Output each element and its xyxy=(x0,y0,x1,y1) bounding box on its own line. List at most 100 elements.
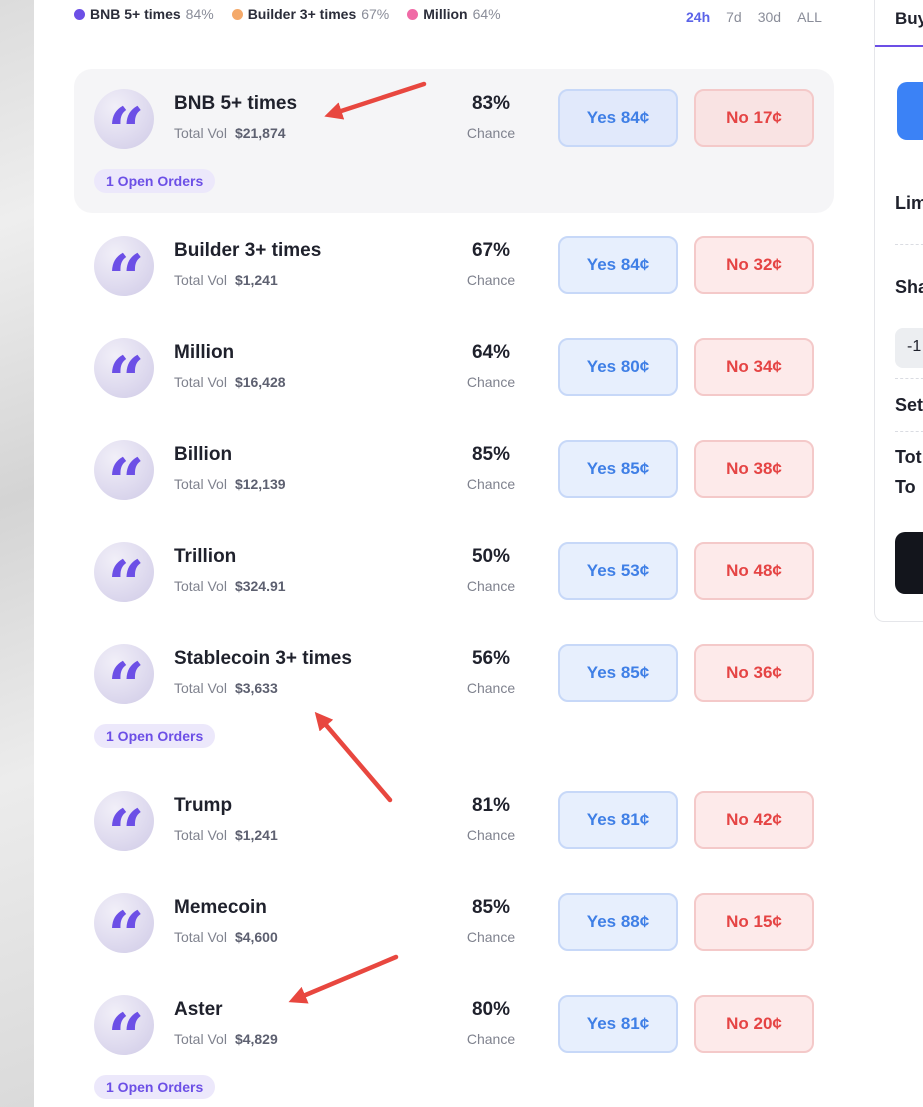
markets-panel: BNB 5+ times 84% Builder 3+ times 67% Mi… xyxy=(34,0,874,1107)
market-row[interactable]: “ Trump Total Vol $1,241 81% Chance Yes 8… xyxy=(74,771,834,873)
buy-yes-button[interactable]: Yes 84¢ xyxy=(558,236,678,294)
trade-panel: Buy Lim Sha -1 Set Tot To xyxy=(874,0,923,622)
market-row[interactable]: “ Million Total Vol $16,428 64% Chance Ye… xyxy=(74,318,834,420)
market-volume: Total Vol $4,600 xyxy=(174,929,278,945)
to-win-label: To xyxy=(895,477,916,497)
market-avatar: “ xyxy=(94,995,154,1070)
buy-yes-button[interactable]: Yes 85¢ xyxy=(558,644,678,702)
volume-value: $16,428 xyxy=(234,374,286,390)
market-row[interactable]: “ Aster Total Vol $4,829 80% Chance Yes 8… xyxy=(74,975,834,1107)
quote-icon: “ xyxy=(107,898,145,973)
shares-input[interactable]: -1 xyxy=(895,328,923,368)
market-chance-label: Chance xyxy=(466,272,516,288)
buy-yes-button[interactable]: Yes 81¢ xyxy=(558,995,678,1053)
buy-yes-button[interactable]: Yes 88¢ xyxy=(558,893,678,951)
limit-price-label: Lim xyxy=(895,193,923,213)
volume-value: $1,241 xyxy=(234,272,278,288)
time-filter-7d[interactable]: 7d xyxy=(726,9,742,25)
market-chance-label: Chance xyxy=(466,125,516,141)
market-title: Stablecoin 3+ times xyxy=(174,648,352,669)
volume-value: $1,241 xyxy=(234,827,278,843)
market-chance-label: Chance xyxy=(466,929,516,945)
market-chance-label: Chance xyxy=(466,476,516,492)
legend-item-million: Million 64% xyxy=(407,6,501,22)
market-row[interactable]: “ Stablecoin 3+ times Total Vol $3,633 56… xyxy=(74,624,834,768)
market-row[interactable]: “ Builder 3+ times Total Vol $1,241 67% C… xyxy=(74,216,834,318)
outcome-select-button[interactable] xyxy=(897,82,923,140)
market-row[interactable]: “ Memecoin Total Vol $4,600 85% Chance Ye… xyxy=(74,873,834,975)
buy-no-button[interactable]: No 15¢ xyxy=(694,893,814,951)
active-tab-indicator xyxy=(875,45,923,47)
quote-icon: “ xyxy=(107,649,145,724)
market-chance-label: Chance xyxy=(466,827,516,843)
market-volume: Total Vol $324.91 xyxy=(174,578,286,594)
time-filter-all[interactable]: ALL xyxy=(797,9,822,25)
market-chance-pct: 64% xyxy=(471,342,511,363)
market-avatar: “ xyxy=(94,89,154,164)
market-volume: Total Vol $3,633 xyxy=(174,680,278,696)
market-volume: Total Vol $1,241 xyxy=(174,827,278,843)
buy-no-button[interactable]: No 42¢ xyxy=(694,791,814,849)
divider xyxy=(895,431,923,432)
market-title: Billion xyxy=(174,444,233,465)
volume-value: $324.91 xyxy=(234,578,286,594)
market-chance-pct: 56% xyxy=(471,648,511,669)
market-chance-pct: 80% xyxy=(471,999,511,1020)
market-avatar: “ xyxy=(94,440,154,515)
set-expiration-label: Set xyxy=(895,395,923,415)
market-volume: Total Vol $1,241 xyxy=(174,272,278,288)
buy-yes-button[interactable]: Yes 81¢ xyxy=(558,791,678,849)
market-chance-label: Chance xyxy=(466,374,516,390)
volume-value: $3,633 xyxy=(234,680,278,696)
volume-label: Total Vol xyxy=(174,374,227,390)
volume-label: Total Vol xyxy=(174,272,227,288)
market-title: Trillion xyxy=(174,546,237,567)
legend-label: BNB 5+ times xyxy=(90,6,181,22)
volume-label: Total Vol xyxy=(174,680,227,696)
market-chance-pct: 85% xyxy=(471,444,511,465)
buy-yes-button[interactable]: Yes 84¢ xyxy=(558,89,678,147)
buy-no-button[interactable]: No 36¢ xyxy=(694,644,814,702)
open-orders-badge[interactable]: 1 Open Orders xyxy=(94,1075,216,1099)
buy-no-button[interactable]: No 20¢ xyxy=(694,995,814,1053)
buy-yes-button[interactable]: Yes 85¢ xyxy=(558,440,678,498)
market-row[interactable]: “ BNB 5+ times Total Vol $21,874 83% Chan… xyxy=(74,69,834,213)
submit-order-button[interactable] xyxy=(895,532,923,594)
background-photo-strip xyxy=(0,0,34,1107)
quote-icon: “ xyxy=(107,1000,145,1075)
market-row[interactable]: “ Trillion Total Vol $324.91 50% Chance Y… xyxy=(74,522,834,624)
buy-no-button[interactable]: No 32¢ xyxy=(694,236,814,294)
market-title: Memecoin xyxy=(174,897,267,918)
buy-yes-button[interactable]: Yes 80¢ xyxy=(558,338,678,396)
market-row[interactable]: “ Billion Total Vol $12,139 85% Chance Ye… xyxy=(74,420,834,522)
time-filter-30d[interactable]: 30d xyxy=(758,9,781,25)
legend-pct: 67% xyxy=(361,6,390,22)
market-chance-label: Chance xyxy=(466,578,516,594)
buy-no-button[interactable]: No 48¢ xyxy=(694,542,814,600)
volume-label: Total Vol xyxy=(174,827,227,843)
tab-buy[interactable]: Buy xyxy=(895,9,923,29)
market-avatar: “ xyxy=(94,338,154,413)
buy-no-button[interactable]: No 34¢ xyxy=(694,338,814,396)
buy-no-button[interactable]: No 38¢ xyxy=(694,440,814,498)
open-orders-badge[interactable]: 1 Open Orders xyxy=(94,724,216,748)
legend-dot-icon xyxy=(231,8,243,20)
quote-icon: “ xyxy=(107,241,145,316)
market-volume: Total Vol $16,428 xyxy=(174,374,286,390)
market-chance-label: Chance xyxy=(466,1031,516,1047)
legend-item-bnb: BNB 5+ times 84% xyxy=(74,6,214,22)
legend-label: Builder 3+ times xyxy=(247,6,357,22)
time-filter-24h[interactable]: 24h xyxy=(686,9,710,25)
open-orders-badge[interactable]: 1 Open Orders xyxy=(94,169,216,193)
volume-label: Total Vol xyxy=(174,578,227,594)
market-title: BNB 5+ times xyxy=(174,93,298,114)
volume-value: $12,139 xyxy=(234,476,286,492)
market-chance-pct: 83% xyxy=(471,93,511,114)
market-avatar: “ xyxy=(94,542,154,617)
shares-label: Sha xyxy=(895,277,923,297)
legend-item-builder: Builder 3+ times 67% xyxy=(231,6,390,22)
quote-icon: “ xyxy=(107,796,145,871)
buy-yes-button[interactable]: Yes 53¢ xyxy=(558,542,678,600)
buy-no-button[interactable]: No 17¢ xyxy=(694,89,814,147)
legend-pct: 84% xyxy=(185,6,214,22)
